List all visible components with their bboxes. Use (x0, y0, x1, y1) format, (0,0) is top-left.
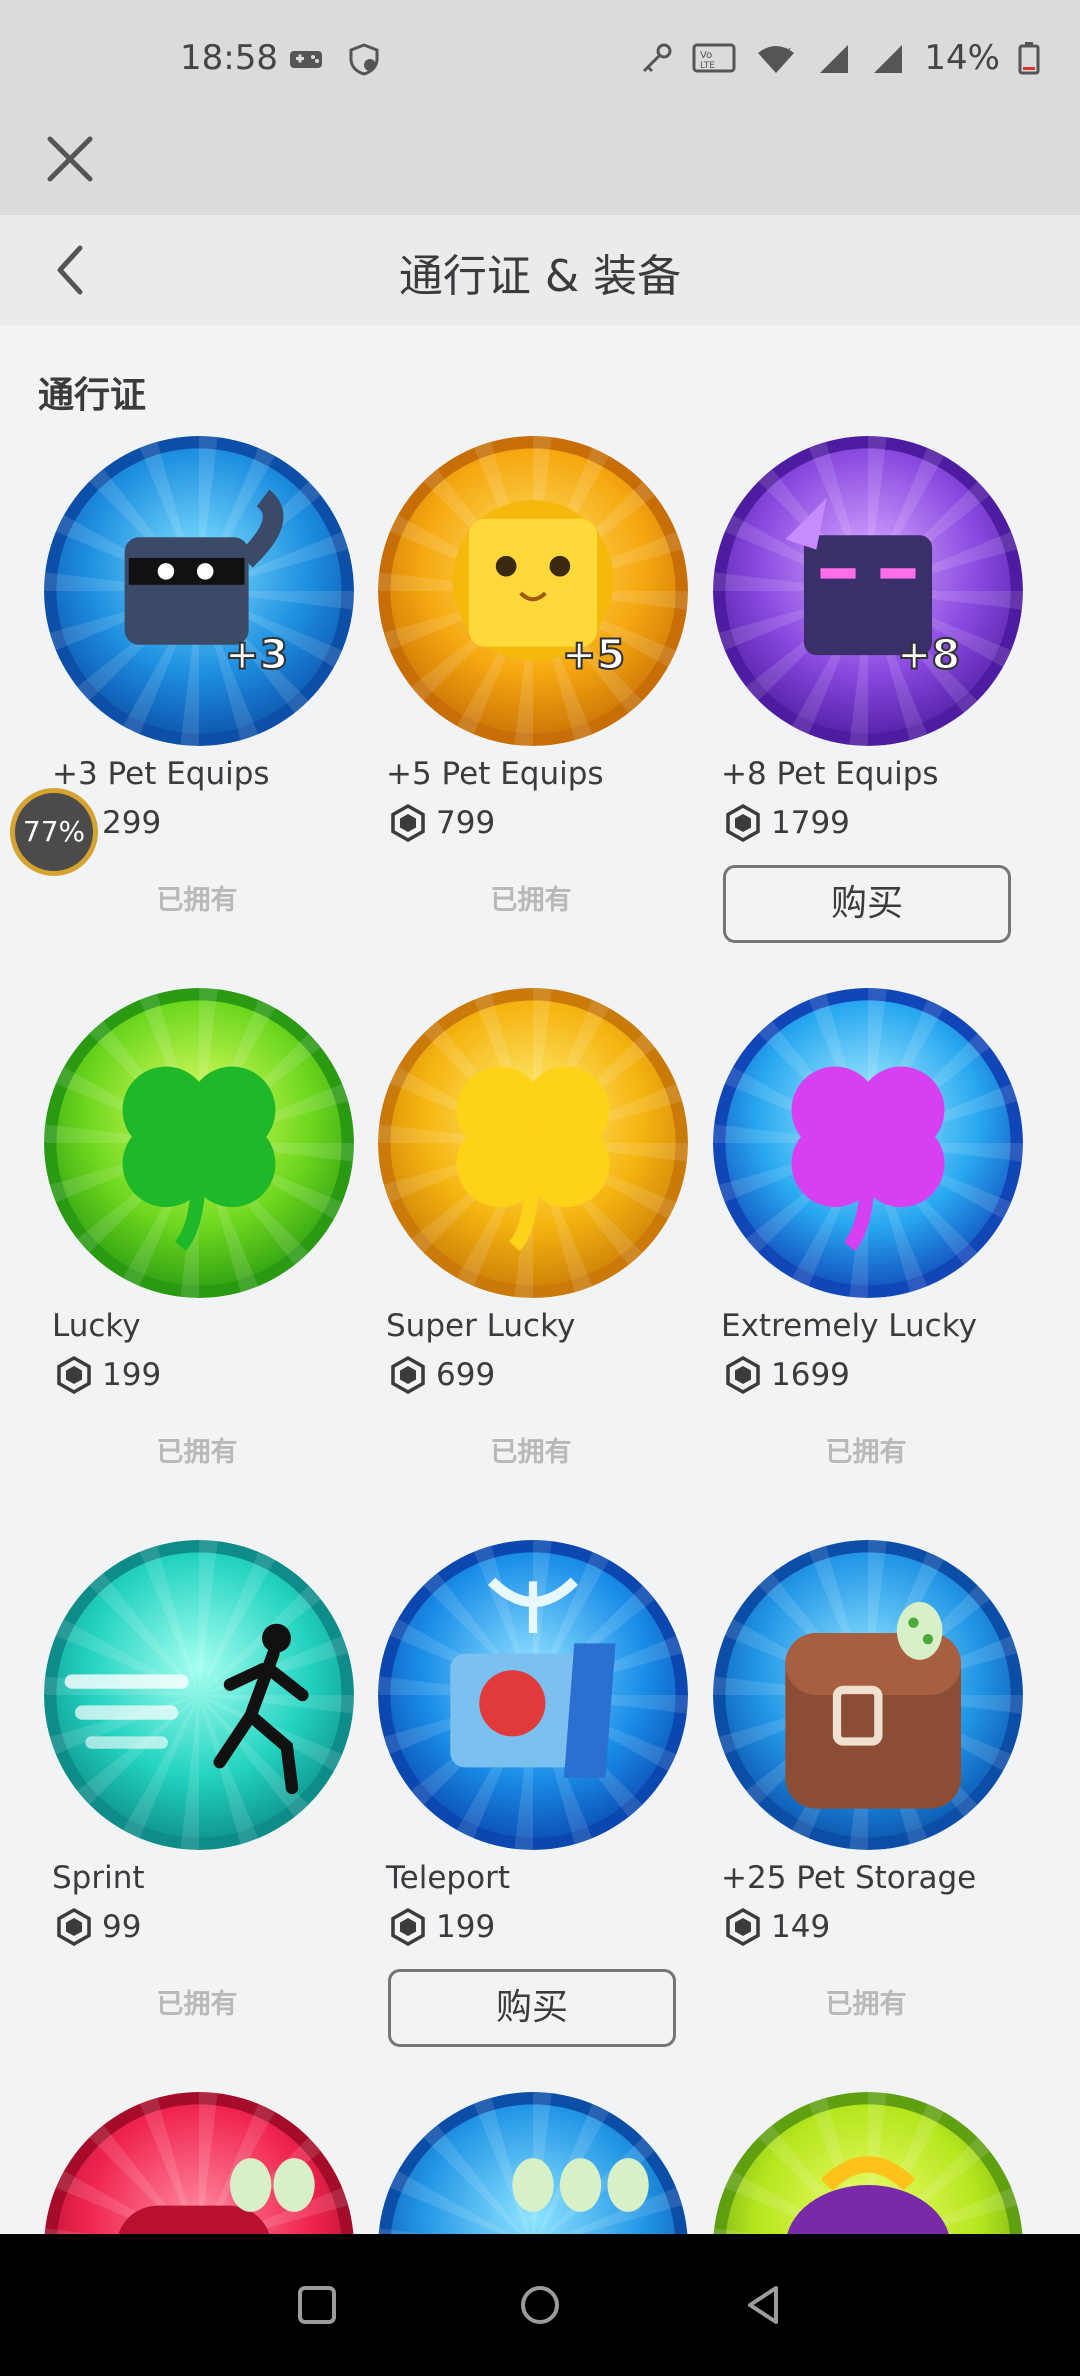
volte-icon: VoLTE (692, 43, 736, 73)
brown-backpack-badge[interactable] (713, 1540, 1023, 1850)
price-row: 799 (388, 803, 495, 843)
item-name: +5 Pet Equips (386, 756, 604, 792)
teal-runner-badge[interactable] (44, 1540, 354, 1850)
robux-icon (726, 1907, 760, 1947)
blue-cat-badge[interactable]: +3 (44, 436, 354, 746)
key-icon (643, 43, 672, 73)
price: 99 (102, 1909, 142, 1945)
owned-label: 已拥有 (490, 1437, 572, 1468)
gold-lion-badge[interactable]: +5 (378, 436, 688, 746)
price: 199 (436, 1909, 496, 1945)
buy-button[interactable]: 购买 (388, 1969, 676, 2047)
price: 799 (436, 805, 496, 841)
item-name: Super Lucky (386, 1308, 576, 1344)
robux-icon (726, 1355, 760, 1395)
purple-wolf-badge[interactable]: +8 (713, 436, 1023, 746)
blue-teleport-badge[interactable] (378, 1540, 688, 1850)
page-title: 通行证 & 装备 (398, 251, 682, 302)
close-bar (0, 125, 1080, 215)
item-name: Lucky (52, 1308, 141, 1344)
price-row: 199 (54, 1355, 161, 1395)
robux-icon (726, 803, 760, 843)
battery-percent: 14% (924, 38, 1000, 78)
recents-icon[interactable] (292, 2280, 342, 2330)
owned-label: 已拥有 (825, 1437, 907, 1468)
price-row: 1699 (723, 1355, 850, 1395)
price: 299 (102, 805, 162, 841)
svg-text:LTE: LTE (700, 61, 715, 71)
svg-text:+5: +5 (562, 631, 625, 679)
price: 149 (771, 1909, 831, 1945)
price: 1699 (771, 1357, 850, 1393)
item-name: Teleport (386, 1860, 510, 1896)
shield-icon (349, 43, 379, 76)
wifi-icon: x (758, 44, 795, 73)
home-icon[interactable] (515, 2280, 565, 2330)
blue-clover-badge[interactable] (713, 988, 1023, 1298)
price: 699 (436, 1357, 496, 1393)
robux-icon (57, 1907, 91, 1947)
back-icon[interactable] (738, 2280, 788, 2330)
price: 1799 (771, 805, 850, 841)
owned-label: 已拥有 (156, 1989, 238, 2020)
green-clover-badge[interactable] (44, 988, 354, 1298)
battery-icon (1018, 42, 1040, 75)
signal-icon (820, 45, 849, 73)
price-row: 199 (388, 1907, 495, 1947)
robux-icon (391, 803, 425, 843)
progress-bubble: 77% (10, 788, 98, 876)
owned-label: 已拥有 (156, 1437, 238, 1468)
svg-text:Vo: Vo (700, 50, 712, 61)
robux-icon (391, 1907, 425, 1947)
status-right: Vo LTE x 14% (638, 38, 1040, 78)
item-name: +8 Pet Equips (721, 756, 939, 792)
svg-text:+8: +8 (897, 631, 960, 679)
price-row: 1799 (723, 803, 850, 843)
owned-label: 已拥有 (490, 885, 572, 916)
item-name: Extremely Lucky (721, 1308, 977, 1344)
svg-text:+3: +3 (225, 631, 288, 679)
status-time: 18:58 (180, 38, 278, 78)
close-icon[interactable] (44, 133, 96, 185)
owned-label: 已拥有 (156, 885, 238, 916)
price-row: 149 (723, 1907, 830, 1947)
gamepad-icon (290, 51, 322, 68)
robux-icon (57, 1355, 91, 1395)
svg-text:x: x (784, 44, 791, 58)
item-name: Sprint (52, 1860, 145, 1896)
buy-button[interactable]: 购买 (723, 865, 1011, 943)
item-name: +3 Pet Equips (52, 756, 270, 792)
gold-clover-badge[interactable] (378, 988, 688, 1298)
robux-icon (391, 1355, 425, 1395)
price-row: 99 (54, 1907, 141, 1947)
status-app-icons (288, 42, 382, 76)
section-title: 通行证 (38, 375, 147, 416)
owned-label: 已拥有 (825, 1989, 907, 2020)
item-name: +25 Pet Storage (721, 1860, 977, 1896)
price: 199 (102, 1357, 162, 1393)
signal-icon-2 (874, 45, 903, 73)
price-row: 699 (388, 1355, 495, 1395)
